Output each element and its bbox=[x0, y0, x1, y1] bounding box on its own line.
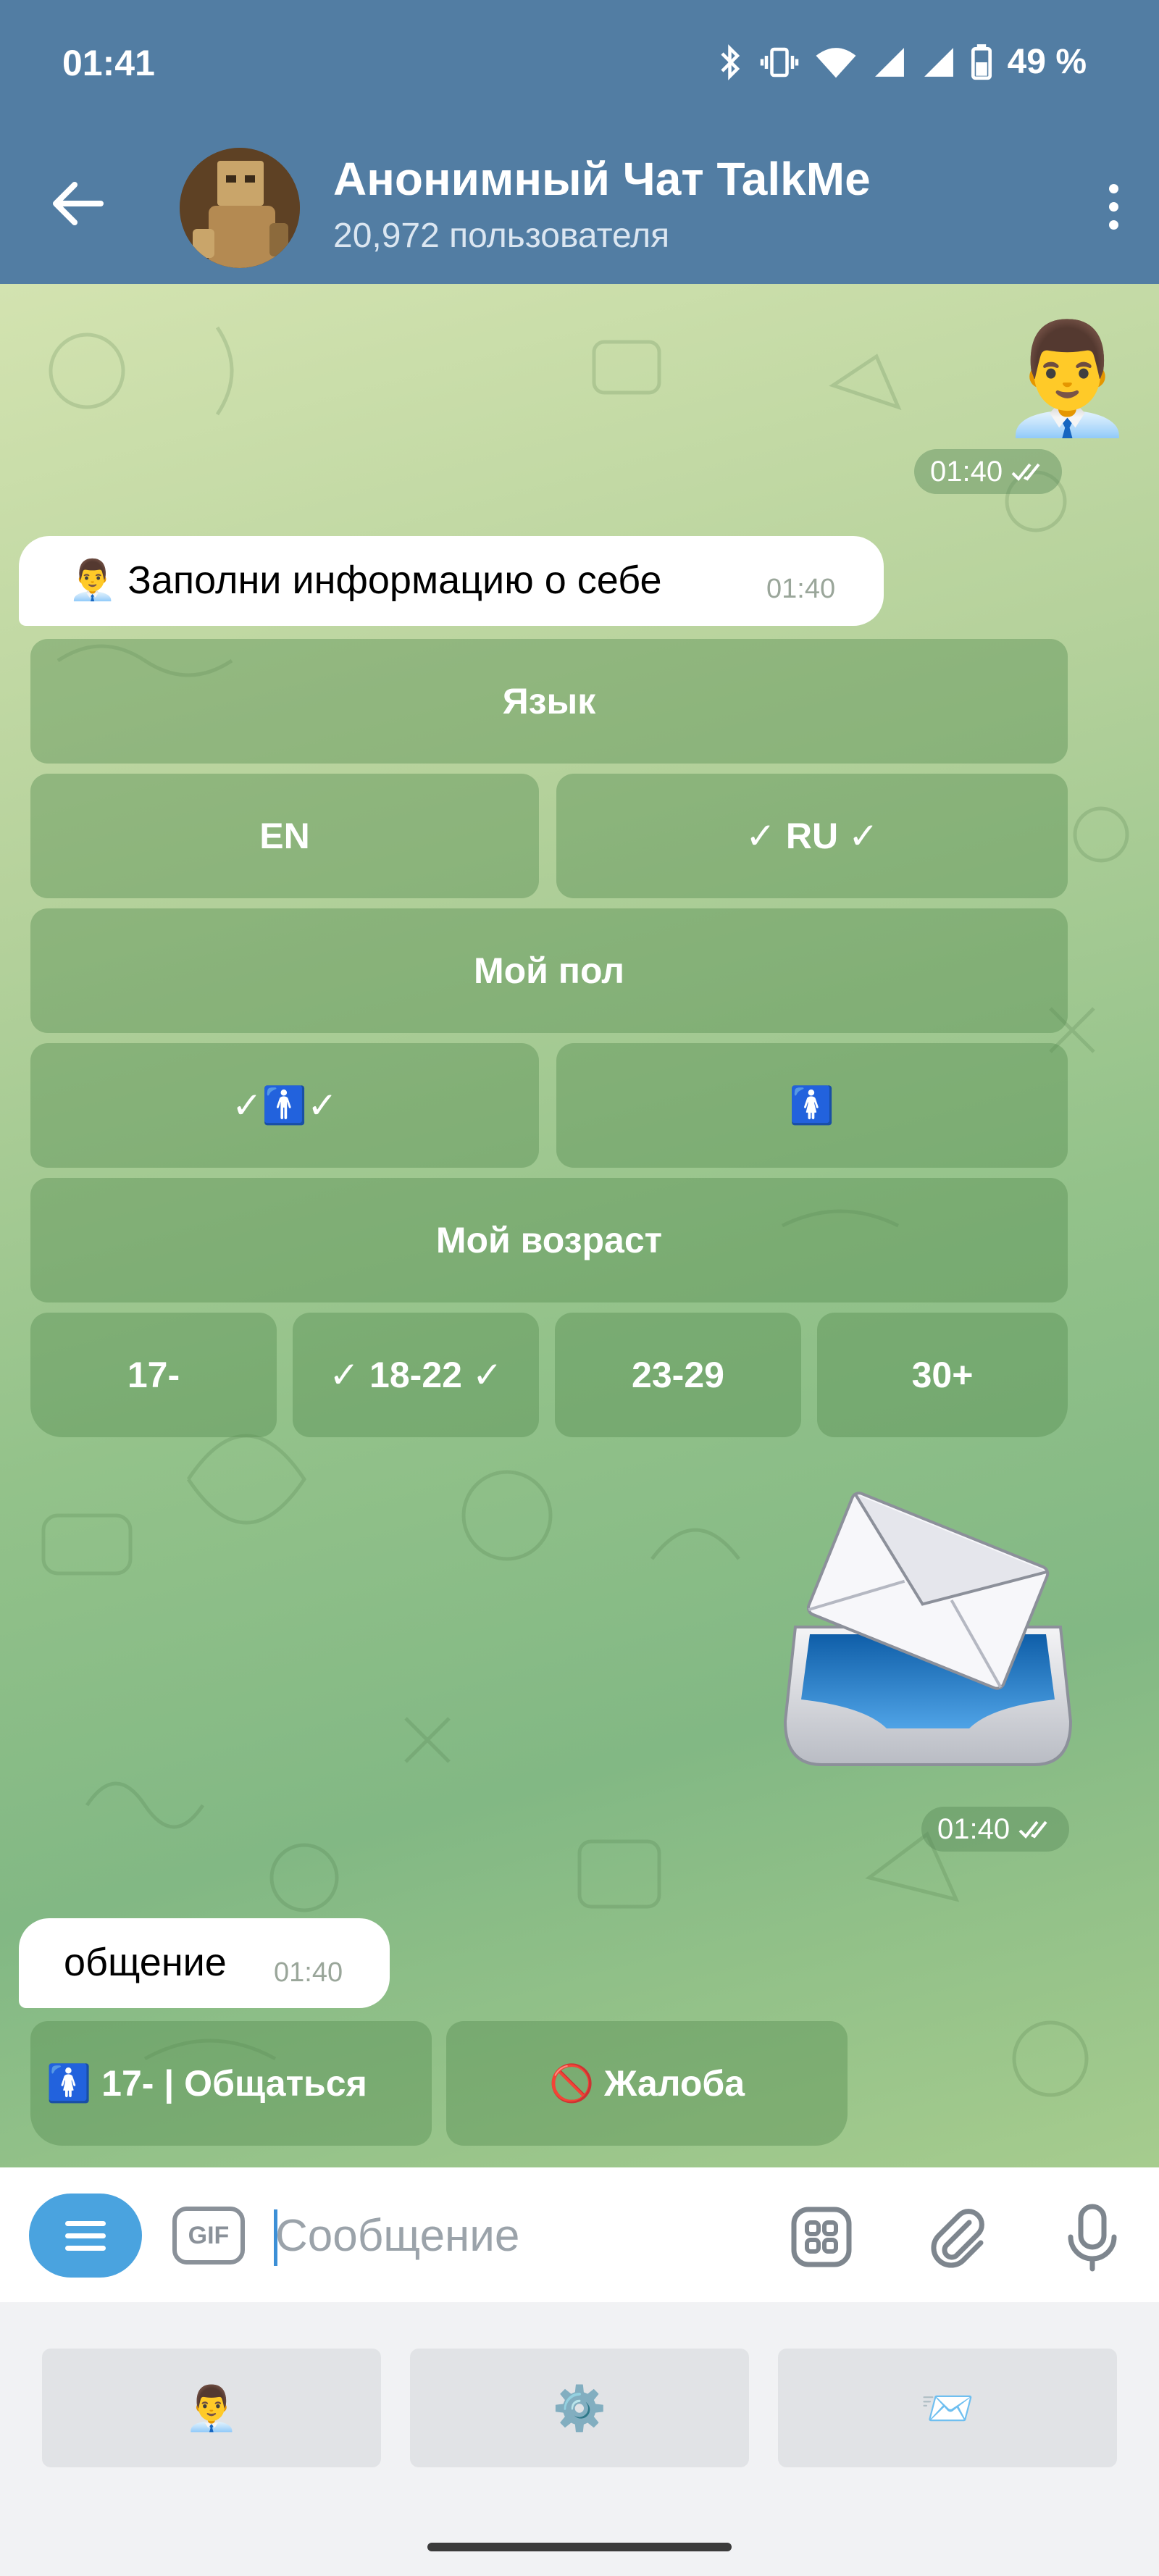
microphone-icon bbox=[1068, 2204, 1117, 2272]
message-text: 👨‍💼 Заполни информацию о себе bbox=[68, 559, 662, 602]
language-header-button[interactable]: Язык bbox=[30, 639, 1068, 764]
message-time-pill: 01:40 bbox=[914, 449, 1063, 494]
status-bar: 01:41 49 % bbox=[0, 0, 1159, 130]
sticker-emoji: 👨‍💼 bbox=[1000, 317, 1135, 439]
message-time: 01:40 bbox=[274, 1957, 343, 1988]
age-header-button[interactable]: Мой возраст bbox=[30, 1178, 1068, 1302]
start-chat-button[interactable]: 🚺 17- | Общаться bbox=[30, 2021, 432, 2146]
reply-settings-button[interactable]: ⚙️ bbox=[410, 2349, 749, 2467]
signal-icon bbox=[874, 47, 904, 77]
chat-avatar[interactable] bbox=[180, 148, 300, 268]
vibrate-icon bbox=[760, 47, 798, 77]
age-option-button[interactable]: ✓ 18-22 ✓ bbox=[293, 1313, 539, 1437]
battery-level: 49 % bbox=[1007, 43, 1087, 81]
message-time: 01:40 bbox=[937, 1812, 1011, 1845]
message-time: 01:40 bbox=[930, 455, 1003, 488]
message-text: общение bbox=[64, 1941, 227, 1984]
bot-menu-button[interactable] bbox=[29, 2194, 142, 2278]
outgoing-sticker[interactable]: 👨‍💼 bbox=[1000, 313, 1135, 443]
back-button[interactable] bbox=[45, 171, 110, 236]
chat-member-count: 20,972 пользователя bbox=[333, 217, 670, 255]
language-ru-button[interactable]: ✓ RU ✓ bbox=[556, 774, 1068, 898]
double-check-icon bbox=[1018, 1820, 1047, 1839]
message-time-pill: 01:40 bbox=[921, 1807, 1070, 1852]
bluetooth-icon bbox=[721, 43, 740, 80]
keyboard-grid-icon bbox=[791, 2207, 852, 2267]
menu-icon bbox=[65, 2220, 106, 2226]
report-button[interactable]: 🚫 Жалоба bbox=[446, 2021, 848, 2146]
paperclip-icon bbox=[931, 2209, 984, 2268]
message-time: 01:40 bbox=[766, 574, 836, 604]
language-en-button[interactable]: EN bbox=[30, 774, 539, 898]
status-time: 01:41 bbox=[62, 43, 155, 83]
reply-keyboard: 👨‍💼 ⚙️ 📨 bbox=[0, 2302, 1159, 2576]
double-check-icon bbox=[1011, 463, 1040, 481]
outgoing-sticker[interactable] bbox=[774, 1489, 1082, 1786]
signal-icon bbox=[924, 47, 953, 77]
reply-profile-button[interactable]: 👨‍💼 bbox=[42, 2349, 381, 2467]
age-option-button[interactable]: 30+ bbox=[817, 1313, 1068, 1437]
chat-messages[interactable]: 👨‍💼 01:40 👨‍💼 Заполни информацию о себе … bbox=[0, 284, 1159, 2167]
bot-keyboard-button[interactable] bbox=[785, 2201, 858, 2273]
chat-header: Анонимный Чат TalkMe 20,972 пользователя bbox=[0, 130, 1159, 284]
incoming-message[interactable]: общение 01:40 bbox=[19, 1918, 390, 2008]
status-icons: 49 % bbox=[718, 42, 1087, 82]
message-input[interactable] bbox=[275, 2201, 724, 2270]
incoming-message[interactable]: 👨‍💼 Заполни информацию о себе 01:40 bbox=[19, 536, 884, 626]
chat-title[interactable]: Анонимный Чат TalkMe bbox=[333, 152, 871, 206]
home-indicator[interactable] bbox=[427, 2543, 732, 2551]
age-option-button[interactable]: 17- bbox=[30, 1313, 277, 1437]
gif-button[interactable]: GIF bbox=[172, 2207, 245, 2265]
attach-button[interactable] bbox=[921, 2201, 994, 2273]
arrow-left-icon bbox=[53, 182, 104, 225]
reply-inbox-button[interactable]: 📨 bbox=[778, 2349, 1117, 2467]
gender-header-button[interactable]: Мой пол bbox=[30, 908, 1068, 1033]
inbox-envelope-icon bbox=[783, 1492, 1073, 1766]
message-input-bar: GIF bbox=[0, 2167, 1159, 2302]
wifi-icon bbox=[816, 47, 856, 78]
gender-female-button[interactable]: 🚺 bbox=[556, 1043, 1068, 1168]
battery-icon bbox=[971, 43, 992, 80]
more-menu-button[interactable] bbox=[1088, 174, 1139, 239]
gender-male-button[interactable]: ✓🚹✓ bbox=[30, 1043, 539, 1168]
voice-button[interactable] bbox=[1056, 2201, 1129, 2273]
age-option-button[interactable]: 23-29 bbox=[555, 1313, 801, 1437]
more-vertical-icon bbox=[1108, 183, 1118, 193]
